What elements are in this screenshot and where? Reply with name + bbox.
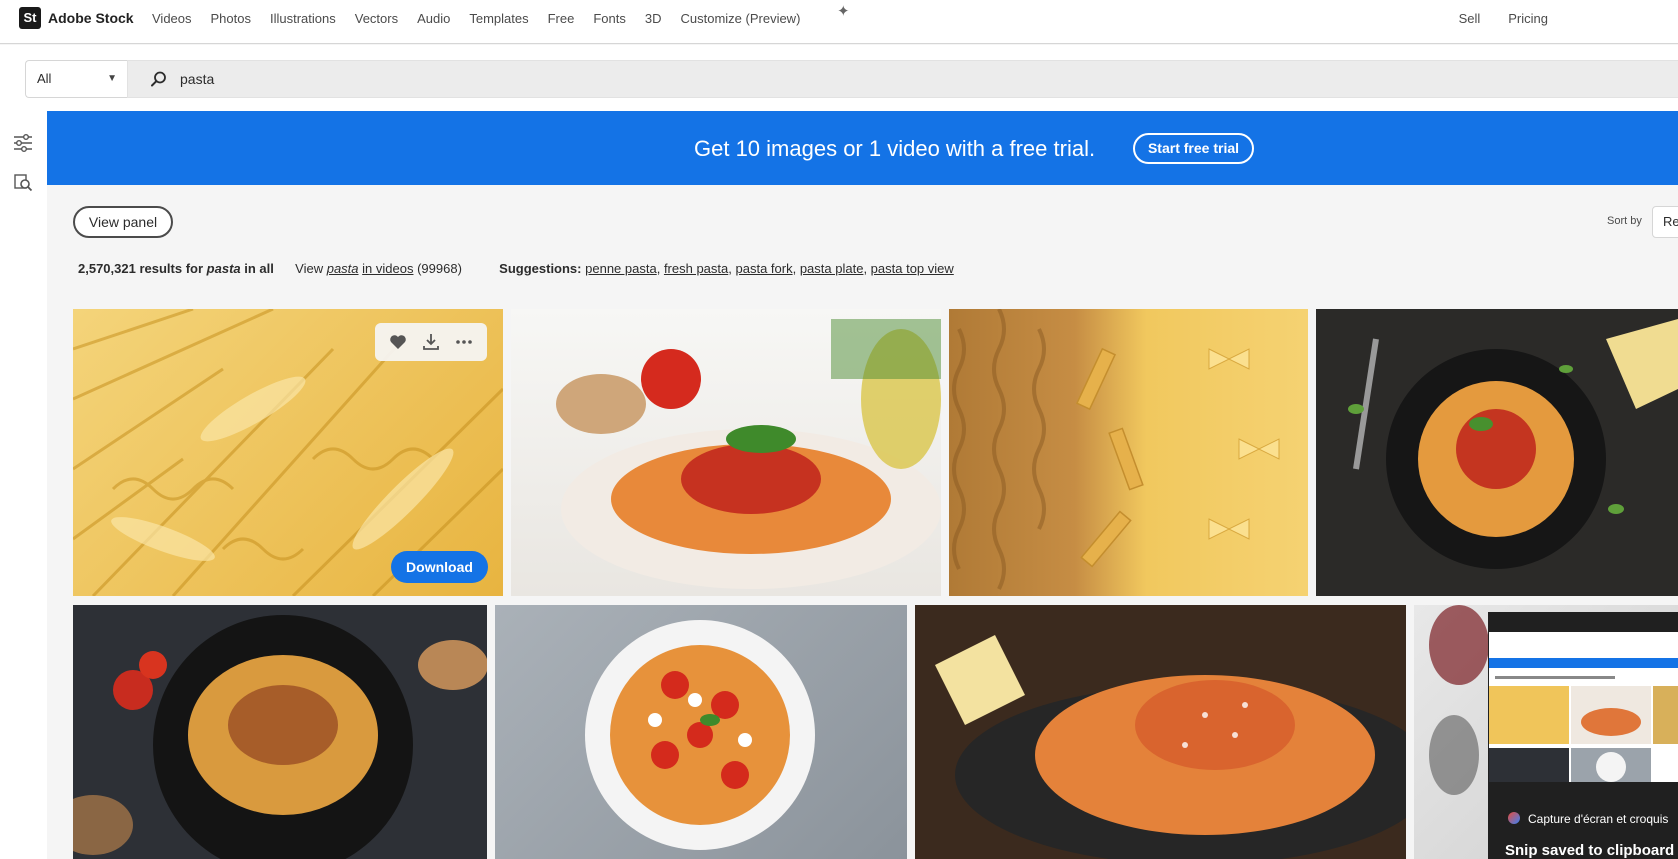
filters-icon[interactable]	[12, 132, 34, 154]
penne-bowl-image	[585, 620, 815, 850]
brand-name[interactable]: Adobe Stock	[48, 10, 134, 26]
sort-by-label: Sort by	[1607, 215, 1642, 227]
nav-3d[interactable]: 3D	[645, 11, 662, 26]
search-input[interactable]: pasta	[127, 60, 1678, 98]
suggestion-pasta-top-view[interactable]: pasta top view	[871, 261, 954, 276]
nav-vectors[interactable]: Vectors	[355, 11, 398, 26]
sort-select[interactable]: Re	[1652, 206, 1678, 238]
nav-photos[interactable]: Photos	[211, 11, 251, 26]
results-count: 2,570,321	[78, 261, 136, 276]
video-count: (99968)	[417, 261, 462, 276]
image-tile-penne-bowl[interactable]	[495, 605, 907, 859]
more-options-icon[interactable]	[453, 331, 475, 353]
top-nav: St Adobe Stock Videos Photos Illustratio…	[0, 0, 1678, 44]
suggestion-penne-pasta[interactable]: penne pasta	[585, 261, 657, 276]
results-in-all: in all	[244, 261, 274, 276]
nav-customize[interactable]: Customize (Preview)	[680, 11, 800, 26]
nav-fonts[interactable]: Fonts	[593, 11, 626, 26]
nav-templates[interactable]: Templates	[469, 11, 528, 26]
tile-action-bar	[375, 323, 487, 361]
suggestion-pasta-plate[interactable]: pasta plate	[800, 261, 864, 276]
suggestions-label: Suggestions:	[499, 261, 582, 276]
snip-app-title: Capture d'écran et croquis	[1508, 812, 1668, 826]
start-free-trial-button[interactable]: Start free trial	[1133, 133, 1254, 164]
spaghetti-parmesan-image	[935, 635, 1406, 859]
spaghetti-dark-image	[1348, 319, 1678, 569]
snip-app-name: Capture d'écran et croquis	[1528, 812, 1669, 826]
category-value: All	[37, 71, 52, 86]
adobe-stock-logo-icon[interactable]: St	[19, 7, 41, 29]
snip-thumbnail	[1489, 632, 1678, 782]
nav-illustrations[interactable]: Illustrations	[270, 11, 336, 26]
image-tile-spaghetti-tomato[interactable]	[511, 309, 941, 596]
nav-sell[interactable]: Sell	[1459, 11, 1481, 26]
left-rail	[0, 111, 47, 859]
sparkle-icon: ✦	[837, 3, 850, 20]
image-tile-pasta-types[interactable]	[949, 309, 1308, 596]
download-button[interactable]: Download	[391, 551, 488, 583]
suggestion-pasta-fork[interactable]: pasta fork	[736, 261, 793, 276]
view-videos-term-link[interactable]: pasta	[327, 261, 359, 276]
spaghetti-plate-image	[556, 319, 941, 589]
image-tile-tagliatelle[interactable]	[73, 605, 487, 859]
download-icon[interactable]	[420, 331, 442, 353]
nav-videos[interactable]: Videos	[152, 11, 192, 26]
search-row: All ▼ pasta	[0, 45, 1678, 111]
image-tile-spaghetti-dark[interactable]	[1316, 309, 1678, 596]
pasta-types-image	[952, 309, 1280, 590]
image-tile-spaghetti-parmesan[interactable]	[915, 605, 1406, 859]
results-term: pasta	[206, 261, 241, 276]
view-prefix: View	[295, 261, 324, 276]
promo-banner: Get 10 images or 1 video with a free tri…	[47, 111, 1678, 185]
category-select[interactable]: All ▼	[25, 60, 127, 98]
view-in-videos-link[interactable]: in videos	[362, 261, 413, 276]
snip-message: Snip saved to clipboard	[1505, 842, 1675, 859]
search-query: pasta	[180, 71, 215, 87]
nav-right: Sell Pricing	[1459, 11, 1548, 26]
view-panel-button[interactable]: View panel	[73, 206, 173, 238]
suggestion-fresh-pasta[interactable]: fresh pasta	[664, 261, 728, 276]
visual-search-icon[interactable]	[12, 171, 34, 193]
tagliatelle-image	[73, 615, 487, 859]
nav-audio[interactable]: Audio	[417, 11, 450, 26]
nav-pricing[interactable]: Pricing	[1508, 11, 1548, 26]
snip-app-icon	[1508, 812, 1520, 824]
nav-links: Videos Photos Illustrations Vectors Audi…	[152, 11, 819, 26]
chevron-down-icon: ▼	[107, 73, 117, 84]
heart-icon[interactable]	[387, 331, 409, 353]
results-suffix: results for	[139, 261, 204, 276]
results-summary: 2,570,321 results for pasta in all View …	[78, 261, 954, 276]
snip-notification[interactable]: Capture d'écran et croquis Snip saved to…	[1488, 612, 1678, 859]
promo-text: Get 10 images or 1 video with a free tri…	[694, 136, 1096, 161]
nav-free[interactable]: Free	[548, 11, 575, 26]
search-icon	[151, 71, 166, 87]
